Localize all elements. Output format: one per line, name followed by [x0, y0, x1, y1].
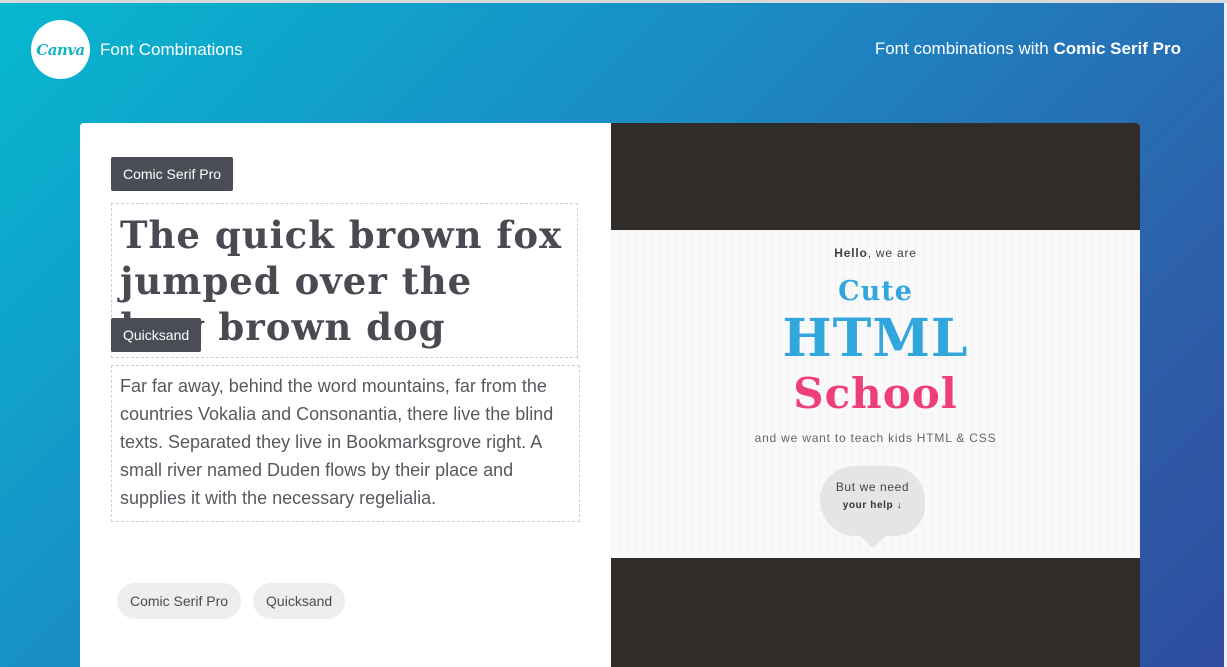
preview-hello-rest: , we are — [867, 246, 917, 260]
font-pill-list: Comic Serif Pro Quicksand — [117, 583, 346, 619]
header-font-name: Comic Serif Pro — [1053, 39, 1181, 58]
canva-logo[interactable]: Canva — [31, 20, 90, 79]
preview-pane: Hello, we are Cute HTML School and we wa… — [611, 123, 1140, 667]
preview-school-text: School — [793, 369, 958, 418]
editor-pane: Comic Serif Pro The quick brown fox jump… — [80, 123, 611, 667]
bubble-line-2: your help ↓ — [842, 500, 903, 511]
font-pill-quicksand[interactable]: Quicksand — [253, 583, 346, 619]
font-pill-comic-serif-pro[interactable]: Comic Serif Pro — [117, 583, 242, 619]
window-top-border — [0, 0, 1227, 3]
preview-image: Hello, we are Cute HTML School and we wa… — [611, 230, 1140, 558]
header-font-info: Font combinations with Comic Serif Pro — [875, 39, 1181, 59]
bubble-line-1: But we need — [835, 480, 910, 494]
preview-hello-text: Hello, we are — [611, 246, 1140, 260]
font-combination-card: Comic Serif Pro The quick brown fox jump… — [80, 123, 1140, 667]
preview-cute-text: Cute — [838, 276, 913, 307]
body-font-tag[interactable]: Quicksand — [111, 318, 202, 352]
site-header: Canva Font Combinations — [31, 20, 243, 79]
preview-tagline: and we want to teach kids HTML & CSS — [754, 431, 997, 445]
page-title[interactable]: Font Combinations — [100, 40, 243, 60]
body-sample-text[interactable]: Far far away, behind the word mountains,… — [120, 372, 571, 512]
body-text-box[interactable]: Far far away, behind the word mountains,… — [111, 365, 580, 522]
preview-html-text: HTML — [782, 308, 969, 369]
header-font-prefix: Font combinations with — [874, 39, 1049, 58]
heading-font-tag[interactable]: Comic Serif Pro — [111, 157, 234, 191]
preview-hello-bold: Hello — [834, 246, 868, 260]
logo-text: Canva — [36, 40, 85, 59]
